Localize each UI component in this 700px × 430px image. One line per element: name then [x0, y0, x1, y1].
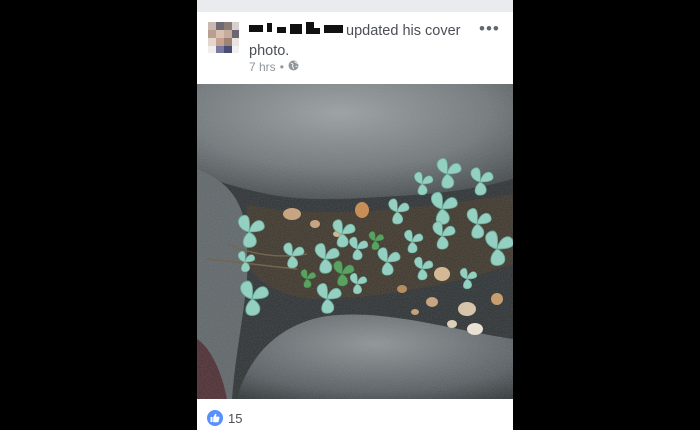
cover-photo[interactable] [197, 84, 513, 399]
post-headline: updated his cover photo. [249, 21, 479, 61]
more-options-icon[interactable]: ••• [479, 19, 500, 39]
reaction-count[interactable]: 15 [228, 411, 242, 426]
action-text: updated his cover photo. [249, 23, 461, 59]
meta-separator: • [279, 60, 284, 74]
feed-separator [197, 0, 513, 12]
post-meta: 7 hrs • [249, 60, 299, 74]
globe-icon[interactable] [288, 60, 299, 74]
feed-post-card: updated his cover photo. 7 hrs • ••• 15 [197, 0, 513, 430]
like-icon[interactable] [207, 410, 223, 426]
avatar[interactable] [208, 22, 239, 53]
timestamp[interactable]: 7 hrs [249, 60, 276, 74]
reactions-bar[interactable]: 15 [207, 410, 242, 426]
